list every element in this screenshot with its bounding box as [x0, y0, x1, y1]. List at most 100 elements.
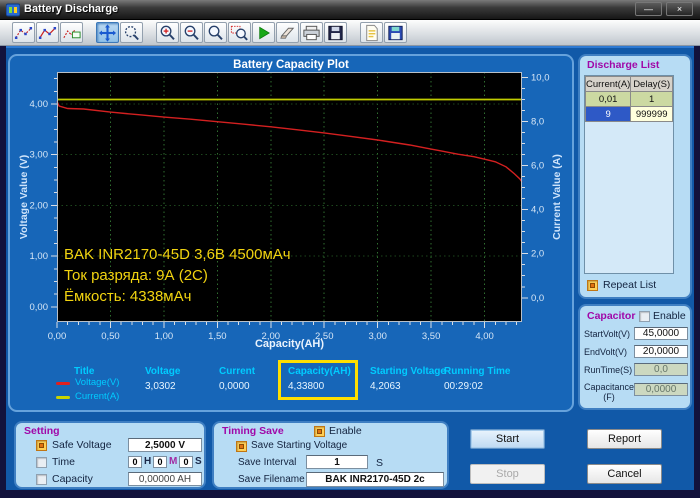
print-button[interactable]	[300, 22, 323, 43]
save-data-button[interactable]	[384, 22, 407, 43]
safe-voltage-label: Safe Voltage	[52, 439, 112, 451]
svg-text:1,00: 1,00	[30, 251, 49, 262]
plot-area[interactable]: 0,00 0,50 1,00 1,50 2,00 2,50 3,00 3,50 4,00 0,00…	[30, 72, 550, 342]
repeat-list-label: Repeat List	[603, 279, 657, 291]
svg-text:2,0: 2,0	[531, 249, 544, 260]
minimize-button[interactable]: —	[635, 2, 662, 16]
curve-points-icon	[14, 26, 33, 39]
toolbar-separator	[348, 22, 360, 43]
svg-text:8,0: 8,0	[531, 117, 544, 128]
capacity-input[interactable]	[128, 472, 202, 486]
starting-voltage-column-label: Starting Voltage	[370, 366, 446, 377]
timing-enable-label: Enable	[329, 425, 362, 437]
save-image-button[interactable]	[324, 22, 347, 43]
save-interval-label: Save Interval	[238, 457, 297, 468]
capacitor-title: Capacitor	[587, 310, 636, 322]
toolbar	[0, 20, 700, 46]
window-title: Battery Discharge	[24, 3, 119, 15]
discharge-list-title: Discharge List	[587, 59, 660, 71]
curve-points-button[interactable]	[12, 22, 35, 43]
x-axis-title: Capacity(AH)	[254, 338, 325, 350]
erase-icon	[280, 27, 295, 39]
safe-voltage-checkbox[interactable]	[36, 440, 47, 451]
table-row-selected[interactable]: 9 999999	[584, 106, 673, 122]
save-starting-voltage-checkbox[interactable]	[236, 441, 247, 452]
running-time-value: 00:29:02	[444, 381, 483, 392]
voltage-legend-swatch	[56, 382, 70, 385]
voltage-column-label: Voltage	[145, 366, 181, 377]
svg-text:0,00: 0,00	[30, 302, 49, 313]
current-column-label: Current	[219, 366, 256, 377]
curve-line-icon	[38, 26, 57, 39]
time-seconds-input[interactable]	[179, 456, 193, 468]
pan-tool-button[interactable]	[96, 22, 119, 43]
current-legend-label: Current(A)	[75, 391, 120, 402]
erase-button[interactable]	[276, 22, 299, 43]
column-header-current[interactable]: Current(A)	[584, 76, 632, 92]
svg-text:3,00: 3,00	[30, 150, 49, 161]
toolbar-separator	[84, 22, 96, 43]
timing-enable-checkbox[interactable]	[314, 426, 325, 437]
column-header-delay[interactable]: Delay(S)	[630, 76, 673, 92]
svg-text:4,0: 4,0	[531, 205, 544, 216]
runtime-input	[634, 363, 688, 376]
endvolt-input[interactable]	[634, 345, 688, 358]
discharge-list-box[interactable]: Current(A) Delay(S) 0,01 1 9 999999	[584, 75, 674, 274]
zoom-out-button[interactable]	[180, 22, 203, 43]
save-interval-input[interactable]	[306, 455, 368, 469]
svg-text:0,0: 0,0	[531, 293, 544, 304]
setting-panel: Setting Safe Voltage Time H M S Capacity	[14, 421, 206, 489]
zoom-dynamic-button[interactable]	[120, 22, 143, 43]
zoom-window-icon	[230, 25, 248, 41]
capacitor-enable-checkbox[interactable]	[639, 311, 650, 322]
curve-area-button[interactable]	[60, 22, 83, 43]
cell-delay-2[interactable]: 999999	[630, 106, 673, 122]
time-hours-input[interactable]	[128, 456, 142, 468]
svg-text:6,0: 6,0	[531, 161, 544, 172]
cell-current-2[interactable]: 9	[584, 106, 632, 122]
cancel-button[interactable]: Cancel	[587, 464, 662, 484]
save-image-icon	[328, 25, 343, 40]
toolbar-separator	[144, 22, 156, 43]
zoom-in-button[interactable]	[156, 22, 179, 43]
report-button[interactable]: Report	[587, 429, 662, 449]
curve-line-button[interactable]	[36, 22, 59, 43]
repeat-list-checkbox[interactable]	[587, 280, 598, 291]
status-row: Title Voltage(V) Current(A) Voltage 3,03…	[10, 360, 572, 412]
seconds-unit-label: S	[195, 456, 202, 467]
discharge-table: Current(A) Delay(S) 0,01 1 9 999999	[584, 76, 673, 122]
runtime-label: RunTime(S)	[584, 365, 633, 375]
capacitor-enable-label: Enable	[653, 310, 686, 322]
safe-voltage-input[interactable]	[128, 438, 202, 452]
run-icon	[259, 26, 270, 39]
capacity-checkbox[interactable]	[36, 474, 47, 485]
voltage-legend-label: Voltage(V)	[75, 377, 120, 388]
cell-current-1[interactable]: 0,01	[584, 91, 632, 107]
time-checkbox[interactable]	[36, 457, 47, 468]
zoom-window-button[interactable]	[228, 22, 251, 43]
voltage-value: 3,0302	[145, 381, 176, 392]
current-value: 0,0000	[219, 381, 250, 392]
app-icon	[6, 3, 20, 17]
curve-area-icon	[63, 28, 81, 38]
cell-delay-1[interactable]: 1	[630, 91, 673, 107]
startvolt-input[interactable]	[634, 327, 688, 340]
start-button[interactable]: Start	[470, 429, 545, 449]
title-bar[interactable]: Battery Discharge — ×	[0, 0, 700, 20]
close-button[interactable]: ×	[666, 2, 693, 16]
annotation-line-1: BAK INR2170-45D 3,6В 4500мАч	[64, 246, 291, 263]
client-area: Battery Capacity Plot Voltage Value (V) …	[6, 46, 694, 490]
chart-annotation: BAK INR2170-45D 3,6В 4500мАч Ток разряда…	[64, 244, 291, 307]
hours-unit-label: H	[144, 456, 152, 467]
annotation-line-3: Ёмкость: 4338мАч	[64, 288, 192, 305]
table-row[interactable]: 0,01 1	[584, 91, 673, 107]
annotation-line-2: Ток разряда: 9А (2C)	[64, 267, 208, 284]
save-filename-input[interactable]	[306, 472, 444, 487]
run-button[interactable]	[252, 22, 275, 43]
minutes-unit-label: M	[169, 456, 178, 467]
startvolt-label: StartVolt(V)	[584, 329, 631, 339]
time-minutes-input[interactable]	[153, 456, 167, 468]
time-label: Time	[52, 456, 75, 468]
zoom-reset-button[interactable]	[204, 22, 227, 43]
report-file-button[interactable]	[360, 22, 383, 43]
